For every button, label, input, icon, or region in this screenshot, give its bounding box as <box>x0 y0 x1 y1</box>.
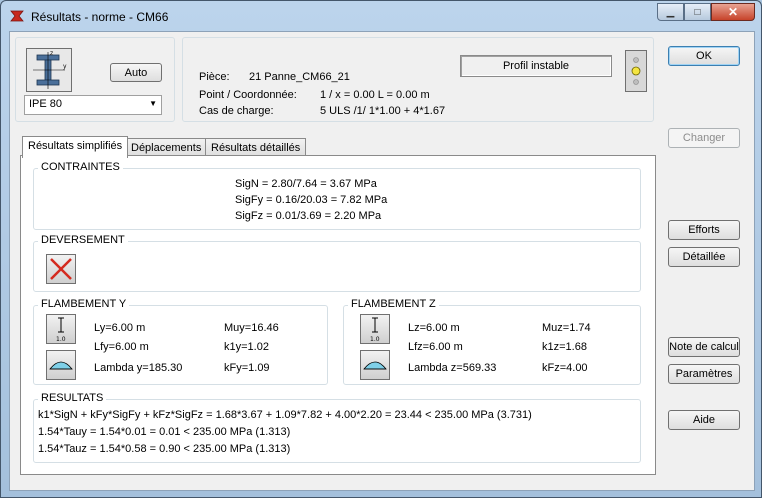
buckling-y-factor: 1.0 <box>56 336 66 343</box>
shear-z-check: 1.54*Tauz = 1.54*0.58 = 0.90 < 235.00 MP… <box>38 443 291 455</box>
tab-simplified-results[interactable]: Résultats simplifiés <box>22 136 129 158</box>
dialog-client-area: y z Auto IPE 80 ▼ Pièce: 21 Panne_CM66_2… <box>9 31 755 491</box>
svg-text:z: z <box>50 50 53 57</box>
muy-value: Muy=16.46 <box>224 322 279 334</box>
buckling-length-icon: 1.0 <box>360 314 390 344</box>
point-label: Point / Coordonnée: <box>199 89 297 101</box>
ok-button[interactable]: OK <box>668 46 740 66</box>
lateral-buckling-title: DEVERSEMENT <box>38 234 128 246</box>
results-panel: CONTRAINTES SigN = 2.80/7.64 = 3.67 MPa … <box>20 155 656 475</box>
not-applicable-icon <box>46 254 76 284</box>
point-value: 1 / x = 0.00 L = 0.00 m <box>320 89 430 101</box>
minimize-button[interactable]: ▁ <box>657 3 684 21</box>
buckling-z-factor: 1.0 <box>370 336 380 343</box>
kfy-value: kFy=1.09 <box>224 362 270 374</box>
lateral-buckling-section: DEVERSEMENT <box>33 234 641 292</box>
buckling-z-section: FLAMBEMENT Z 1.0 Lz=6.00 m Lfz=6.00 m La… <box>343 298 641 385</box>
lfy-value: Lfy=6.00 m <box>94 341 149 353</box>
kfz-value: kFz=4.00 <box>542 362 588 374</box>
results-window: Résultats - norme - CM66 ▁ □ ✕ y z Auto <box>0 0 762 498</box>
buckling-y-title: FLAMBEMENT Y <box>38 298 130 310</box>
chevron-down-icon: ▼ <box>149 99 157 108</box>
sign-stress: SigN = 2.80/7.64 = 3.67 MPa <box>235 178 377 190</box>
ly-value: Ly=6.00 m <box>94 322 146 334</box>
svg-text:y: y <box>63 63 67 70</box>
calculation-note-button[interactable]: Note de calcul <box>668 337 740 357</box>
maximize-button[interactable]: □ <box>684 3 711 21</box>
lz-value: Lz=6.00 m <box>408 322 460 334</box>
parameters-button[interactable]: Paramètres <box>668 364 740 384</box>
k1z-value: k1z=1.68 <box>542 341 587 353</box>
stresses-title: CONTRAINTES <box>38 161 123 173</box>
buckling-z-title: FLAMBEMENT Z <box>348 298 439 310</box>
changer-button[interactable]: Changer <box>668 128 740 148</box>
status-signal-icon <box>625 50 647 92</box>
window-title: Résultats - norme - CM66 <box>31 10 169 24</box>
k1y-value: k1y=1.02 <box>224 341 269 353</box>
results-title: RESULTATS <box>38 392 107 404</box>
muz-value: Muz=1.74 <box>542 322 591 334</box>
close-button[interactable]: ✕ <box>711 3 755 21</box>
app-logo-icon <box>10 10 24 22</box>
buckling-curve-icon <box>360 350 390 380</box>
auto-button[interactable]: Auto <box>110 63 162 82</box>
shear-y-check: 1.54*Tauy = 1.54*0.01 = 0.01 < 235.00 MP… <box>38 426 291 438</box>
section-select-value: IPE 80 <box>29 98 63 110</box>
info-group: Pièce: 21 Panne_CM66_21 Point / Coordonn… <box>182 37 654 122</box>
stability-status: Profil instable <box>460 55 612 77</box>
section-select[interactable]: IPE 80 ▼ <box>24 95 162 115</box>
efforts-button[interactable]: Efforts <box>668 220 740 240</box>
buckling-length-icon: 1.0 <box>46 314 76 344</box>
lambda-z-value: Lambda z=569.33 <box>408 362 497 374</box>
results-section: RESULTATS k1*SigN + kFy*SigFy + kFz*SigF… <box>33 392 641 463</box>
help-button[interactable]: Aide <box>668 410 740 430</box>
detailed-button[interactable]: Détaillée <box>668 247 740 267</box>
combined-stress-check: k1*SigN + kFy*SigFy + kFz*SigFz = 1.68*3… <box>38 409 532 421</box>
lfz-value: Lfz=6.00 m <box>408 341 463 353</box>
stresses-section: CONTRAINTES SigN = 2.80/7.64 = 3.67 MPa … <box>33 161 641 230</box>
piece-value: 21 Panne_CM66_21 <box>249 71 350 83</box>
load-case-value: 5 ULS /1/ 1*1.00 + 4*1.67 <box>320 105 446 117</box>
piece-label: Pièce: <box>199 71 230 83</box>
title-bar[interactable]: Résultats - norme - CM66 ▁ □ ✕ <box>1 1 761 31</box>
sigfy-stress: SigFy = 0.16/20.03 = 7.82 MPa <box>235 194 388 206</box>
i-beam-profile-icon[interactable]: y z <box>26 48 72 92</box>
buckling-y-section: FLAMBEMENT Y 1.0 Ly=6.00 m Lfy=6.00 m La… <box>33 298 328 385</box>
lambda-y-value: Lambda y=185.30 <box>94 362 183 374</box>
load-case-label: Cas de charge: <box>199 105 274 117</box>
buckling-curve-icon <box>46 350 76 380</box>
sigfz-stress: SigFz = 0.01/3.69 = 2.20 MPa <box>235 210 382 222</box>
